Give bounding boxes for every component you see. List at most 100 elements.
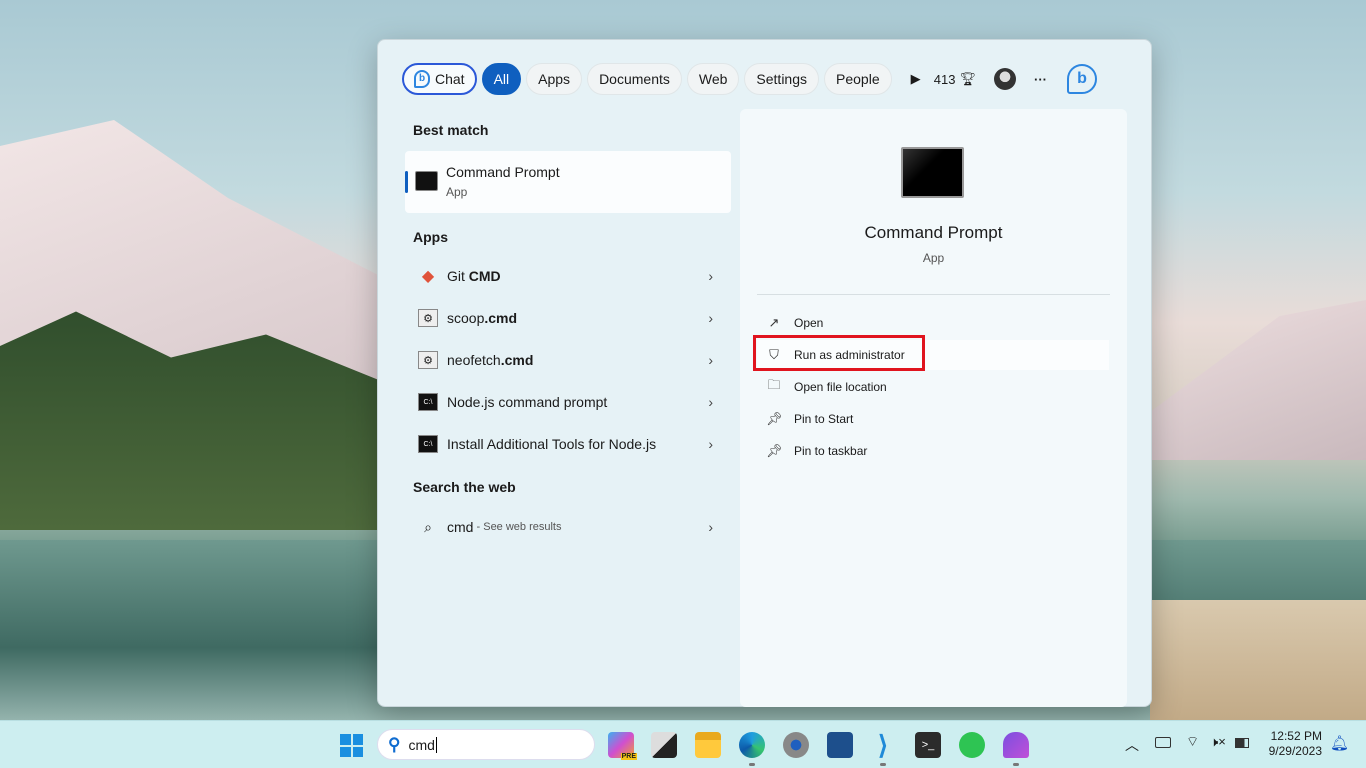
command-prompt-icon: C:\ bbox=[418, 393, 438, 411]
copilot-icon[interactable]: PRE bbox=[608, 732, 637, 760]
app-label: Git bbox=[447, 268, 469, 284]
clock-time: 12:52 PM bbox=[1270, 729, 1322, 743]
best-match-heading: Best match bbox=[413, 122, 489, 138]
tab-apps[interactable]: Apps bbox=[526, 63, 583, 95]
edge-icon[interactable] bbox=[739, 732, 765, 758]
app-item-neofetch[interactable]: ⚙ neofetch .cmd › bbox=[405, 340, 731, 380]
best-match-type: App bbox=[446, 185, 468, 199]
tab-settings[interactable]: Settings bbox=[744, 63, 820, 95]
running-indicator bbox=[1013, 763, 1019, 766]
best-match-item[interactable]: Command Prompt App bbox=[405, 151, 731, 213]
chevron-right-icon: › bbox=[708, 394, 713, 410]
folder-icon: 🗀 bbox=[767, 377, 781, 392]
microsoft-store-icon[interactable] bbox=[827, 732, 853, 758]
app-item-nodejs-prompt[interactable]: C:\ Node.js command prompt › bbox=[405, 382, 731, 422]
app-label-match: CMD bbox=[468, 268, 501, 284]
wallpaper-mountain-right bbox=[1150, 300, 1366, 460]
app-item-scoop[interactable]: ⚙ scoop .cmd › bbox=[405, 298, 731, 338]
tab-chat[interactable]: b Chat bbox=[402, 63, 477, 95]
selection-indicator bbox=[405, 171, 408, 193]
web-suffix: - See web results bbox=[473, 521, 562, 533]
app-label: Install Additional Tools for Node.js bbox=[447, 436, 657, 452]
taskbar-search-input[interactable]: cmd bbox=[408, 736, 437, 753]
detail-pane: Command Prompt App ↗ Open ⛉ Run as adminis… bbox=[740, 109, 1127, 707]
tab-web[interactable]: Web bbox=[686, 63, 740, 95]
divider bbox=[757, 294, 1110, 295]
detail-type: App bbox=[922, 251, 945, 265]
script-file-icon: ⚙ bbox=[418, 309, 438, 327]
action-pin-to-taskbar[interactable]: 📌︎ Pin to taskbar bbox=[757, 436, 1109, 466]
more-filters-play-icon[interactable]: ▶ bbox=[911, 71, 921, 87]
search-panel: b Chat All Apps Documents Web Settings Pe… bbox=[377, 39, 1152, 707]
chevron-right-icon: › bbox=[708, 436, 713, 452]
chevron-right-icon: › bbox=[708, 519, 713, 535]
rewards-points[interactable]: 413 bbox=[934, 72, 956, 87]
trophy-icon: 🏆︎ bbox=[959, 71, 976, 86]
app-label: Node.js command prompt bbox=[447, 394, 608, 410]
avatar[interactable] bbox=[994, 68, 1016, 90]
wallpaper-grass bbox=[1150, 600, 1366, 720]
search-web-heading: Search the web bbox=[413, 479, 516, 495]
app-item-node-tools[interactable]: C:\ Install Additional Tools for Node.js › bbox=[405, 424, 731, 464]
web-query: cmd bbox=[447, 519, 474, 535]
command-prompt-icon bbox=[415, 171, 438, 191]
start-windows-icon[interactable] bbox=[340, 734, 363, 757]
chevron-right-icon: › bbox=[708, 310, 713, 326]
action-open-file-location[interactable]: 🗀 Open file location bbox=[757, 372, 1109, 402]
chevron-right-icon: › bbox=[708, 268, 713, 284]
pin-icon: 📌︎ bbox=[766, 411, 783, 426]
detail-title: Command Prompt bbox=[864, 223, 1003, 242]
terminal-icon[interactable]: >_ bbox=[915, 732, 941, 758]
pin-icon: 📌︎ bbox=[766, 443, 783, 458]
volume-muted-icon[interactable]: 🕨× bbox=[1210, 734, 1226, 750]
clock-date: 9/29/2023 bbox=[1268, 744, 1322, 758]
app-label-match: .cmd bbox=[484, 310, 518, 326]
command-prompt-icon: C:\ bbox=[418, 435, 438, 453]
app-item-git-cmd[interactable]: ◆ Git CMD › bbox=[405, 256, 731, 296]
search-icon: ⌕ bbox=[424, 518, 432, 535]
clock[interactable]: 12:52 PM 9/29/2023 bbox=[1260, 729, 1322, 759]
task-view-icon[interactable] bbox=[651, 732, 677, 758]
vscode-icon[interactable]: ⟩ bbox=[870, 732, 896, 758]
wifi-icon[interactable]: ⌔ bbox=[1186, 733, 1199, 751]
tab-label: Chat bbox=[435, 71, 465, 87]
best-match-name: Command Prompt bbox=[446, 164, 560, 180]
app-label: neofetch bbox=[447, 352, 501, 368]
tab-documents[interactable]: Documents bbox=[587, 63, 682, 95]
taskbar-search-box[interactable]: ⚲ cmd bbox=[377, 729, 595, 760]
action-label: Pin to taskbar bbox=[794, 444, 868, 458]
bing-chat-icon[interactable]: b bbox=[1067, 64, 1097, 94]
chevron-right-icon: › bbox=[708, 352, 713, 368]
app-label-match: .cmd bbox=[500, 352, 534, 368]
open-external-icon: ↗ bbox=[768, 315, 780, 330]
command-prompt-large-icon bbox=[901, 147, 964, 198]
highlight-annotation-box bbox=[753, 335, 925, 371]
battery-icon[interactable] bbox=[1235, 738, 1249, 748]
apps-heading: Apps bbox=[413, 229, 448, 245]
whatsapp-icon[interactable] bbox=[959, 732, 985, 758]
chevron-up-icon[interactable]: ︿ bbox=[1125, 735, 1139, 755]
action-pin-to-start[interactable]: 📌︎ Pin to Start bbox=[757, 404, 1109, 434]
keyboard-icon[interactable] bbox=[1155, 737, 1171, 748]
copilot-pre-badge: PRE bbox=[620, 753, 637, 760]
filter-bar: b Chat All Apps Documents Web Settings Pe… bbox=[402, 62, 1127, 96]
more-options-icon[interactable]: ··· bbox=[1034, 72, 1047, 87]
tab-all[interactable]: All bbox=[481, 63, 522, 95]
settings-gear-icon[interactable] bbox=[783, 732, 809, 758]
tab-people[interactable]: People bbox=[824, 63, 892, 95]
bing-icon: b bbox=[414, 70, 430, 88]
script-file-icon: ⚙ bbox=[418, 351, 438, 369]
app-icon[interactable] bbox=[1003, 732, 1029, 758]
action-open[interactable]: ↗ Open bbox=[757, 308, 1109, 338]
file-explorer-icon[interactable] bbox=[695, 732, 721, 758]
web-result-item[interactable]: ⌕ cmd - See web results › bbox=[405, 507, 731, 547]
app-label: scoop bbox=[447, 310, 485, 326]
action-label: Pin to Start bbox=[794, 412, 854, 426]
action-label: Open file location bbox=[794, 380, 887, 394]
search-icon: ⚲ bbox=[388, 734, 401, 754]
running-indicator bbox=[749, 763, 755, 766]
git-icon: ◆ bbox=[421, 268, 435, 285]
running-indicator bbox=[880, 763, 886, 766]
notification-bell-icon[interactable]: 🔔︎ bbox=[1330, 734, 1349, 752]
taskbar: ⚲ cmd PRE ⟩ >_ ︿ ⌔ 🕨× 12:52 PM 9/29/2023… bbox=[0, 720, 1366, 768]
